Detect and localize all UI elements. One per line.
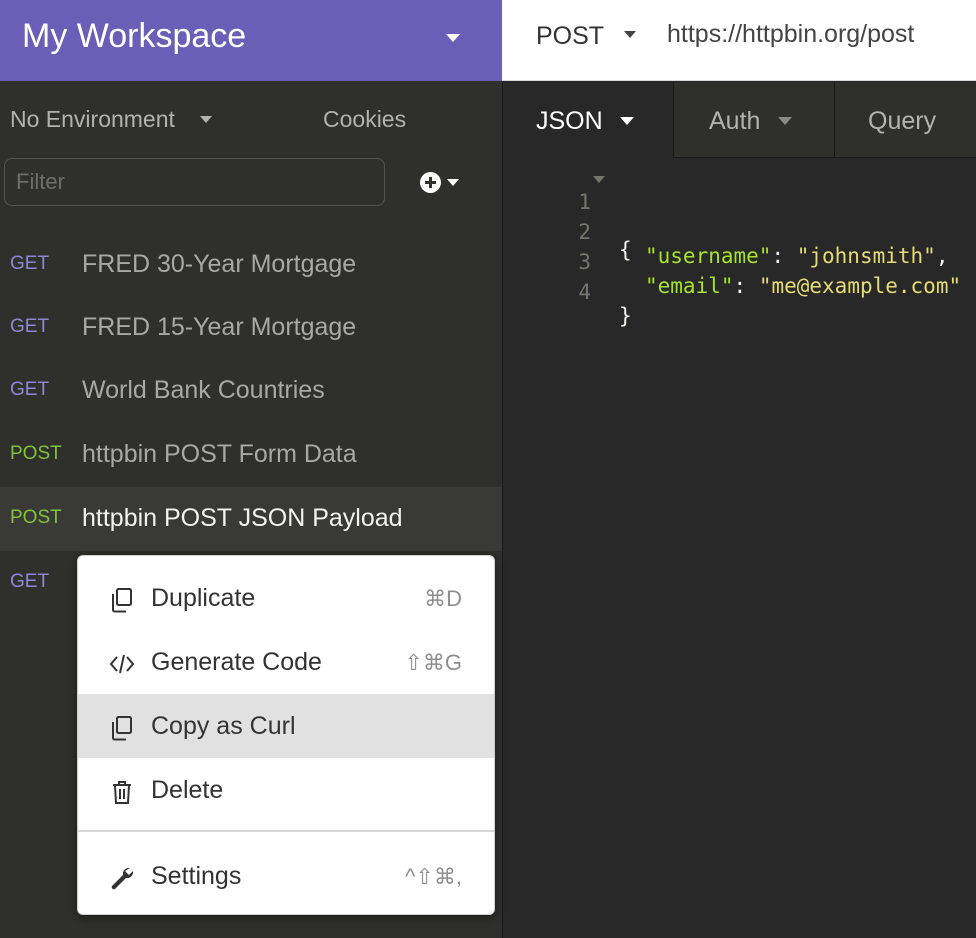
code-line: 4 } [503,256,631,328]
method-badge: POST [10,507,62,528]
request-name: FRED 30-Year Mortgage [82,250,357,278]
method-badge: GET [10,316,50,337]
tab-body[interactable]: JSON [503,82,674,158]
request-item[interactable]: GET FRED 15-Year Mortgage [0,296,502,360]
chevron-down-icon[interactable] [446,34,460,42]
json-value: "me@example.com" [758,274,962,298]
request-name: World Bank Countries [82,376,325,404]
menu-item-label: Settings [151,862,242,890]
method-badge: GET [10,379,50,400]
code-line: 1 { [503,166,632,262]
request-item[interactable]: GET World Bank Countries [0,359,502,423]
wrench-icon [111,867,134,890]
code-text: "username": "johnsmith", [645,244,949,268]
url-bar: POST https://httpbin.org/post [502,0,976,81]
workspace-header[interactable]: My Workspace [0,0,502,81]
code-text: } [619,304,632,328]
request-item[interactable]: GET FRED 30-Year Mortgage [0,233,502,297]
environment-selector[interactable]: No Environment [10,106,175,133]
json-key: "username" [645,244,772,268]
menu-item-label: Duplicate [151,584,256,612]
url-input[interactable]: https://httpbin.org/post [667,20,914,49]
request-name: FRED 15-Year Mortgage [82,313,357,341]
shortcut-label: ⇧⌘G [404,650,462,675]
duplicate-icon [112,588,132,613]
trash-icon [113,781,131,804]
shortcut-label: ⌘D [424,586,462,611]
request-tabs: JSON Auth Query [503,82,976,158]
tab-query-label: Query [868,107,937,135]
shortcut-label: ^⇧⌘, [405,864,462,889]
menu-item-generate-code[interactable]: Generate Code ⇧⌘G [78,630,494,694]
method-badge: GET [10,253,50,274]
json-value: "johnsmith" [796,244,936,268]
chevron-down-icon[interactable] [200,116,212,123]
tab-auth-label: Auth [709,107,761,135]
tab-auth[interactable]: Auth [674,82,835,158]
menu-item-delete[interactable]: Delete [78,758,494,822]
code-text: "email": "me@example.com" [645,274,962,298]
request-name: httpbin POST JSON Payload [82,504,403,532]
code-line: 2 "username": "johnsmith", [503,196,948,268]
tab-body-label: JSON [536,107,603,135]
menu-item-copy-as-curl[interactable]: Copy as Curl [78,694,494,758]
chevron-down-icon[interactable] [624,31,636,38]
request-item[interactable]: POST httpbin POST Form Data [0,423,502,487]
code-icon [109,654,135,674]
json-key: "email" [645,274,734,298]
line-number: 4 [578,280,591,304]
method-selector[interactable]: POST [536,22,604,51]
workspace-title: My Workspace [22,17,247,55]
menu-divider [78,830,494,832]
menu-item-duplicate[interactable]: Duplicate ⌘D [78,566,494,630]
request-name: httpbin POST Form Data [82,440,357,468]
fold-arrow-icon[interactable] [593,176,605,183]
cookies-button[interactable]: Cookies [323,106,406,133]
menu-item-label: Copy as Curl [151,712,296,740]
method-badge: GET [10,571,50,592]
copy-icon [112,716,132,741]
chevron-down-icon [447,179,459,186]
chevron-down-icon [778,117,792,125]
menu-item-label: Delete [151,776,224,804]
request-item-active[interactable]: POST httpbin POST JSON Payload [0,487,502,551]
menu-item-settings[interactable]: Settings ^⇧⌘, [78,844,494,908]
tab-query[interactable]: Query [835,82,976,158]
chevron-down-icon [620,117,634,125]
filter-input[interactable] [4,158,385,206]
code-text: { [619,238,632,262]
add-request-button[interactable] [420,172,459,193]
plus-circle-icon [420,172,441,193]
context-menu: Duplicate ⌘D Generate Code ⇧⌘G Copy as C… [77,555,495,915]
request-editor: JSON Auth Query 1 { 2 "username": "johns… [502,82,976,938]
environment-row: No Environment Cookies [0,82,502,158]
method-badge: POST [10,443,62,464]
menu-item-label: Generate Code [151,648,322,676]
code-line: 3 "email": "me@example.com" [503,226,961,298]
